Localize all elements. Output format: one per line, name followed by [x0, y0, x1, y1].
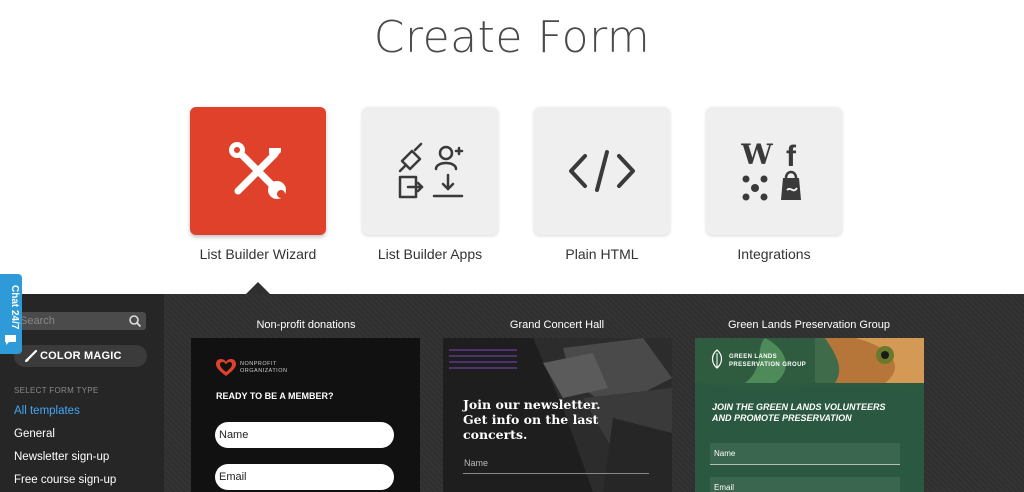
apps-grid-icon: [398, 142, 464, 199]
org-name-line1: NONPROFIT: [240, 361, 277, 367]
section-title: SELECT FORM TYPE: [14, 386, 99, 395]
card-heading: JOIN THE GREEN LANDS VOLUNTEERS AND PROM…: [712, 402, 886, 423]
page-title: Create Form: [373, 12, 651, 63]
name-field[interactable]: Name: [710, 443, 900, 465]
template-card-nonprofit[interactable]: NONPROFIT ORGANIZATION READY TO BE A MEM…: [191, 338, 420, 492]
name-field-underline: [463, 473, 649, 474]
filter-newsletter-signup[interactable]: Newsletter sign-up: [14, 451, 109, 463]
chat-bubble-icon: [5, 335, 16, 345]
selection-pointer: [246, 282, 270, 294]
card-heading: Join our newsletter. Get info on the las…: [463, 397, 601, 442]
filter-free-course-signup[interactable]: Free course sign-up: [14, 474, 116, 486]
email-field[interactable]: Email: [215, 464, 394, 490]
option-label-plain-html[interactable]: Plain HTML: [512, 246, 692, 262]
option-list-builder-apps[interactable]: [362, 107, 498, 235]
option-label-list-builder-apps[interactable]: List Builder Apps: [340, 246, 520, 262]
option-label-list-builder-wizard[interactable]: List Builder Wizard: [168, 246, 348, 262]
logo-line1: GREEN LANDS: [729, 354, 778, 360]
brush-icon: [25, 349, 38, 362]
filter-general[interactable]: General: [14, 428, 55, 440]
card-heading: READY TO BE A MEMBER?: [216, 391, 334, 401]
chat-label: Chat 24/7: [9, 284, 20, 330]
color-magic-button[interactable]: COLOR MAGIC: [14, 345, 147, 367]
template-title-concert: Grand Concert Hall: [509, 319, 605, 331]
option-integrations[interactable]: W f: [706, 107, 842, 235]
color-magic-label: COLOR MAGIC: [40, 350, 122, 362]
tools-icon: [229, 142, 286, 199]
org-name-line2: ORGANIZATION: [240, 368, 288, 374]
name-field[interactable]: Name: [215, 422, 394, 448]
code-icon: [569, 150, 635, 192]
integrations-icon: W f: [740, 138, 801, 201]
sidebar: COLOR MAGIC SELECT FORM TYPE All templat…: [0, 294, 164, 492]
option-list-builder-wizard[interactable]: [190, 107, 326, 235]
option-label-integrations[interactable]: Integrations: [684, 246, 864, 262]
filter-all-templates[interactable]: All templates: [14, 405, 80, 417]
template-card-concert[interactable]: Join our newsletter. Get info on the las…: [443, 338, 672, 492]
template-card-green-lands[interactable]: GREEN LANDS PRESERVATION GROUP JOIN THE …: [695, 338, 924, 492]
chat-tab[interactable]: Chat 24/7: [0, 274, 22, 354]
email-field[interactable]: Email: [710, 477, 900, 492]
heart-logo-icon: [216, 359, 236, 376]
name-field-label[interactable]: Name: [464, 458, 488, 468]
logo-line2: PRESERVATION GROUP: [729, 362, 807, 368]
template-title-nonprofit: Non-profit donations: [256, 319, 356, 331]
svg-text:W: W: [740, 138, 773, 171]
template-title-green-lands: Green Lands Preservation Group: [727, 319, 891, 331]
search-icon[interactable]: [128, 314, 142, 328]
svg-text:f: f: [786, 140, 797, 173]
option-plain-html[interactable]: [534, 107, 670, 235]
search-box[interactable]: [14, 312, 146, 330]
search-input[interactable]: [20, 312, 124, 330]
